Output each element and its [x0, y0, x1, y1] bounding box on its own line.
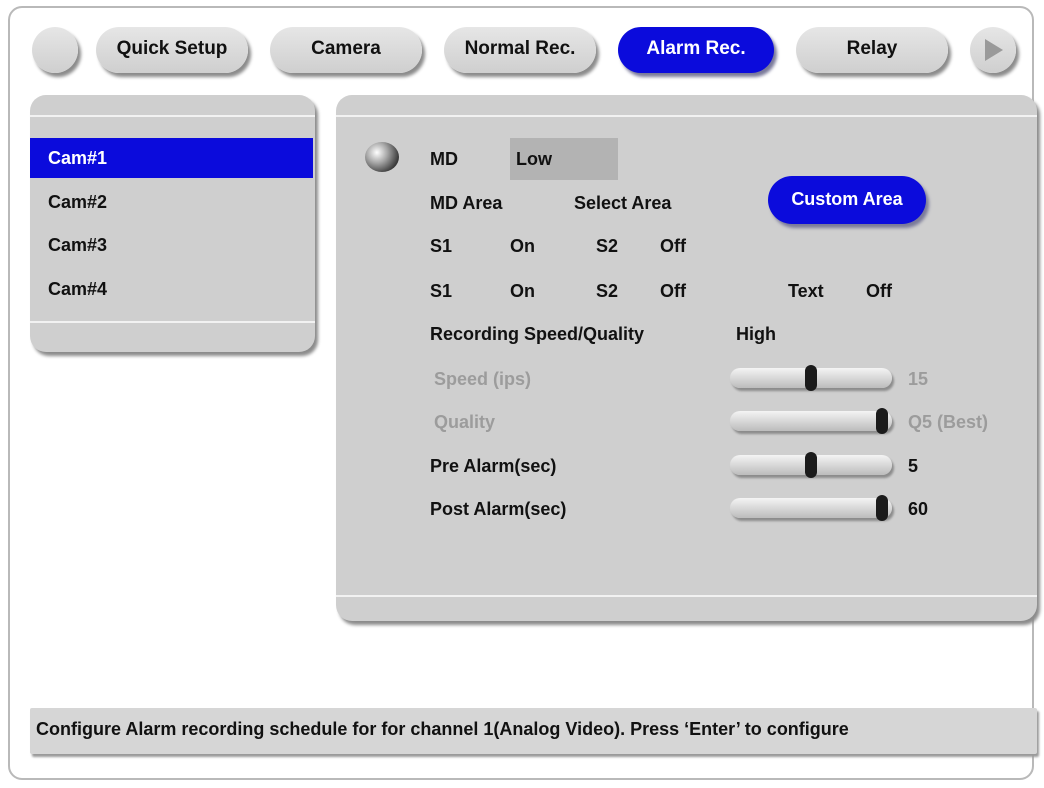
tab-camera[interactable]: Camera	[270, 27, 422, 73]
s2-value[interactable]: Off	[660, 236, 686, 257]
text-value[interactable]: Off	[866, 281, 892, 302]
md-area-value[interactable]: Select Area	[574, 193, 671, 214]
play-arrow-icon	[985, 39, 1003, 61]
status-bar: Configure Alarm recording schedule for f…	[30, 708, 1037, 754]
camera-item-4[interactable]: Cam#4	[30, 269, 313, 309]
slider-thumb[interactable]	[876, 495, 888, 521]
s1-value[interactable]: On	[510, 236, 535, 257]
s1-value[interactable]: On	[510, 281, 535, 302]
s1-label: S1	[430, 236, 453, 256]
s1-label: S1	[430, 281, 453, 301]
camera-item-2[interactable]: Cam#2	[30, 182, 313, 222]
md-label: MD	[430, 149, 458, 169]
s2-value[interactable]: Off	[660, 281, 686, 302]
camera-item-1[interactable]: Cam#1	[30, 138, 313, 178]
s2-label: S2	[596, 236, 619, 256]
slider-thumb	[805, 365, 817, 391]
post-alarm-value: 60	[908, 499, 929, 519]
recording-speed-quality-value[interactable]: High	[736, 324, 776, 345]
camera-item-3[interactable]: Cam#3	[30, 225, 313, 265]
post-alarm-label: Post Alarm(sec)	[430, 499, 567, 519]
tab-alarm-rec[interactable]: Alarm Rec.	[618, 27, 774, 73]
md-sensitivity-field[interactable]: Low	[510, 138, 618, 180]
slider-thumb	[876, 408, 888, 434]
speed-value: 15	[908, 369, 929, 389]
tab-quick-setup[interactable]: Quick Setup	[96, 27, 248, 73]
camera-list-panel: Cam#1 Cam#2 Cam#3 Cam#4	[30, 95, 315, 352]
divider	[336, 595, 1037, 597]
pre-alarm-value: 5	[908, 456, 919, 476]
text-label: Text	[788, 281, 824, 301]
tab-relay[interactable]: Relay	[796, 27, 948, 73]
divider	[336, 115, 1037, 117]
pre-alarm-slider[interactable]	[730, 452, 892, 478]
divider	[30, 321, 315, 323]
quality-label: Quality	[434, 412, 496, 432]
divider	[30, 115, 315, 117]
nav-right-button[interactable]	[970, 27, 1016, 73]
nav-left-button[interactable]	[32, 27, 78, 73]
speed-label: Speed (ips)	[434, 369, 532, 389]
post-alarm-slider[interactable]	[730, 495, 892, 521]
s2-label: S2	[596, 281, 619, 301]
md-area-label: MD Area	[430, 193, 503, 213]
knob-icon[interactable]	[365, 142, 399, 172]
slider-thumb[interactable]	[805, 452, 817, 478]
quality-slider	[730, 408, 892, 434]
pre-alarm-label: Pre Alarm(sec)	[430, 456, 557, 476]
quality-value: Q5 (Best)	[908, 412, 989, 432]
recording-speed-quality-label: Recording Speed/Quality	[430, 324, 645, 344]
tab-normal-rec[interactable]: Normal Rec.	[444, 27, 596, 73]
speed-slider	[730, 365, 892, 391]
custom-area-button[interactable]: Custom Area	[768, 176, 926, 224]
alarm-settings-panel	[336, 95, 1037, 621]
